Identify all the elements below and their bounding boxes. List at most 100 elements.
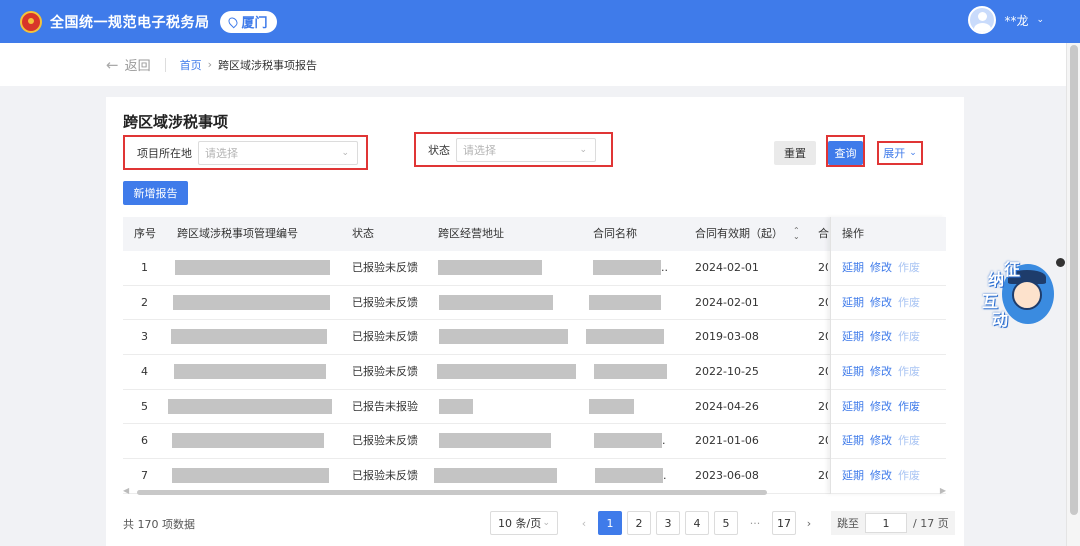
query-button[interactable]: 查询 [828, 141, 863, 165]
void-button[interactable]: 作废 [898, 469, 920, 482]
mascot-char: 动 [992, 310, 1009, 329]
edit-button[interactable]: 修改 [870, 400, 892, 413]
table-row: 1 已报验未反馈.. 2024-02-01 20 延期修改作废 [123, 251, 946, 286]
jump-label: 跳至 [837, 517, 859, 530]
row-index: 3 [141, 330, 148, 344]
row-contract-start: 2024-02-01 [695, 295, 759, 309]
chevron-down-icon: ⌄ [909, 148, 917, 158]
redacted-address [439, 433, 551, 449]
avatar[interactable] [968, 6, 997, 34]
status-select[interactable]: 请选择 ⌄ [456, 137, 596, 162]
location-select[interactable]: 请选择 ⌄ [198, 140, 358, 165]
city-selector[interactable]: 厦门 [219, 10, 277, 33]
edit-button[interactable]: 修改 [870, 365, 892, 378]
void-button[interactable]: 作废 [898, 330, 920, 343]
last-page-button[interactable]: 17 [772, 511, 796, 535]
row-actions: 延期 修改 作废 [842, 320, 926, 354]
edit-button[interactable]: 修改 [870, 261, 892, 274]
col-contract-name: 合同名称 [593, 227, 637, 240]
redacted-address [437, 364, 576, 380]
row-contract-end: 20 [818, 434, 828, 448]
main-card: 跨区域涉税事项 项目所在地 请选择 ⌄ 状态 请选择 ⌄ 重置 查询 展开 ⌄ … [106, 97, 964, 546]
next-page-button[interactable]: › [801, 517, 817, 530]
sort-icon[interactable]: ⌃ ⌄ [793, 227, 800, 241]
col-actions: 操作 [842, 227, 864, 240]
edit-button[interactable]: 修改 [870, 434, 892, 447]
redacted-contract-name [589, 294, 661, 310]
interaction-mascot[interactable]: 征 纳 互 动 [980, 252, 1065, 332]
breadcrumb-home-link[interactable]: 首页 [180, 57, 202, 73]
col-contract-start[interactable]: 合同有效期（起） ⌃ ⌄ [695, 217, 800, 251]
redacted-manage-number [175, 260, 330, 275]
redacted-address [434, 468, 557, 484]
redacted-contract-name [595, 468, 663, 484]
page-button[interactable]: 1 [598, 511, 622, 535]
table-body: 1已报验未反馈..2024-02-0120延期修改作废2已报验未反馈2024-0… [123, 251, 946, 494]
extend-button[interactable]: 延期 [842, 400, 864, 413]
row-contract-end: 20 [818, 295, 828, 309]
extend-button[interactable]: 延期 [842, 469, 864, 482]
row-actions: 延期 修改 作废 [842, 355, 926, 389]
redacted-address [439, 294, 553, 310]
edit-button[interactable]: 修改 [870, 330, 892, 343]
jump-page-input[interactable]: 1 [865, 513, 907, 533]
page-button[interactable]: 5 [714, 511, 738, 535]
page-suffix: / 17 页 [913, 517, 949, 530]
redacted-manage-number [174, 364, 326, 380]
table-row: 6 已报验未反馈. 2021-01-06 20 延期修改作废 [123, 424, 946, 460]
mascot-char: 纳 [988, 270, 1005, 289]
edit-button[interactable]: 修改 [870, 469, 892, 482]
scroll-left-icon[interactable]: ◀ [123, 486, 129, 495]
redacted-manage-number [171, 329, 327, 345]
redacted-address [439, 329, 568, 345]
divider [164, 57, 166, 72]
extend-button[interactable]: 延期 [842, 365, 864, 378]
expand-button[interactable]: 展开 ⌄ [877, 141, 923, 165]
scroll-right-icon[interactable]: ▶ [940, 486, 946, 495]
row-status: 已报验未反馈 [352, 330, 418, 344]
location-select-placeholder: 请选择 [205, 146, 238, 160]
table-row: 3 已报验未反馈 2019-03-08 20 延期修改作废 [123, 320, 946, 356]
col-address: 跨区经营地址 [438, 227, 504, 240]
extend-button[interactable]: 延期 [842, 330, 864, 343]
edit-button[interactable]: 修改 [870, 296, 892, 309]
row-status: 已报验未反馈 [352, 365, 418, 379]
chevron-down-icon[interactable]: ⌄ [1036, 15, 1044, 25]
row-index: 6 [141, 434, 148, 448]
void-button[interactable]: 作废 [898, 296, 920, 309]
void-button[interactable]: 作废 [898, 400, 920, 413]
user-menu[interactable]: **龙 ⌄ [968, 6, 1044, 34]
page-button[interactable]: 3 [656, 511, 680, 535]
vertical-scrollbar[interactable] [1066, 43, 1080, 546]
table-row: 2 已报验未反馈 2024-02-01 20 延期修改作废 [123, 286, 946, 321]
redacted-manage-number [172, 433, 324, 449]
extend-button[interactable]: 延期 [842, 296, 864, 309]
vertical-scrollbar-thumb[interactable] [1070, 45, 1078, 515]
void-button[interactable]: 作废 [898, 261, 920, 274]
close-icon[interactable] [1056, 258, 1065, 267]
prev-page-button[interactable]: ‹ [576, 517, 592, 530]
add-report-button[interactable]: 新增报告 [123, 181, 188, 205]
mascot-char: 征 [1004, 260, 1021, 279]
horizontal-scrollbar[interactable]: ◀ ▶ [123, 486, 946, 496]
redacted-address [439, 398, 473, 414]
location-filter: 项目所在地 请选择 ⌄ [123, 135, 368, 170]
reset-button[interactable]: 重置 [774, 141, 816, 165]
redacted-contract-name [593, 260, 661, 275]
void-button[interactable]: 作废 [898, 365, 920, 378]
extend-button[interactable]: 延期 [842, 434, 864, 447]
app-title: 全国统一规范电子税务局 [50, 14, 210, 31]
row-actions: 延期 修改 作废 [842, 390, 926, 424]
table-row: 5 已报告未报验 2024-04-26 20 延期修改作废 [123, 390, 946, 425]
extend-button[interactable]: 延期 [842, 261, 864, 274]
row-status: 已报验未反馈 [352, 434, 418, 448]
back-button[interactable]: ← 返回 [106, 55, 151, 75]
chevron-down-icon: ⌄ [341, 147, 349, 158]
horizontal-scrollbar-thumb[interactable] [137, 490, 767, 495]
void-button[interactable]: 作废 [898, 434, 920, 447]
page-ellipsis[interactable]: ··· [743, 517, 767, 530]
page-button[interactable]: 2 [627, 511, 651, 535]
page-button[interactable]: 4 [685, 511, 709, 535]
page-size-select[interactable]: 10 条/页 ⌄ [490, 511, 558, 535]
location-pin-icon [226, 15, 239, 28]
